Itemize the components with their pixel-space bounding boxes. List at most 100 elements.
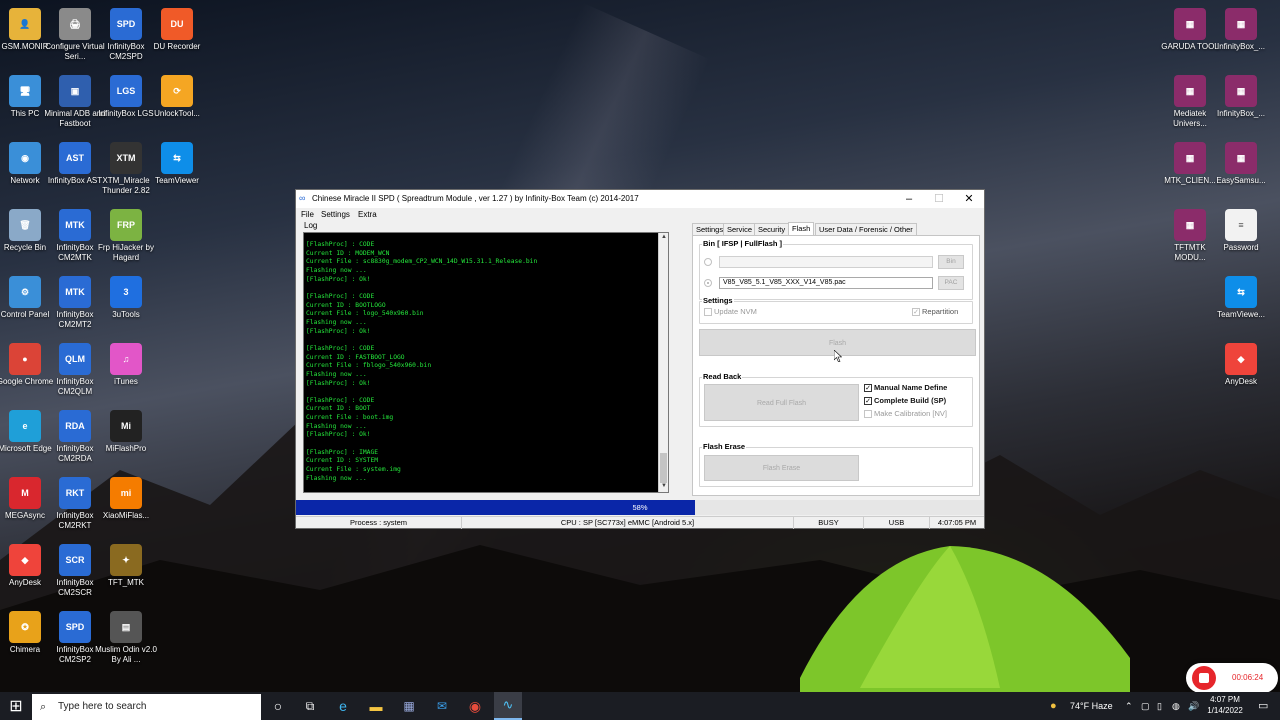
tab-settings[interactable]: Settings <box>692 223 728 235</box>
update-nvm-checkbox[interactable] <box>704 308 712 316</box>
mail-icon[interactable]: ✉ <box>428 692 456 720</box>
desktop-icon-label: EasySamsu... <box>1216 176 1266 185</box>
weather-text[interactable]: 74°F Haze <box>1070 692 1113 720</box>
menu-file[interactable]: File <box>301 208 314 221</box>
tab-flash[interactable]: Flash <box>788 222 815 235</box>
tray-device-icon[interactable]: ▢ <box>1141 692 1150 720</box>
infinitybox-icon: RKT <box>59 477 91 509</box>
scroll-down-icon[interactable]: ▼ <box>659 483 668 489</box>
user-folder-icon: 👤 <box>9 8 41 40</box>
pac-browse-button[interactable]: PAC <box>938 276 964 290</box>
desktop-icon-label: MiFlashPro <box>105 444 147 453</box>
notification-icon[interactable]: ▭ <box>1258 692 1268 720</box>
desktop-icon-label: Muslim Odin v2.0 By Ali ... <box>95 645 157 664</box>
desktop-icon[interactable]: 3 3uTools <box>94 276 158 320</box>
clock-time: 4:07 PM <box>1210 695 1240 704</box>
bin-path-field[interactable] <box>719 256 933 268</box>
store-icon[interactable]: ▦ <box>395 692 423 720</box>
desktop-icon[interactable]: ⟳ UnlockTool... <box>145 75 209 119</box>
text-file-icon: ≡ <box>1225 209 1257 241</box>
desktop-icon[interactable]: ▦ InfinityBox_... <box>1209 8 1273 52</box>
tray-chevron-icon[interactable]: ⌃ <box>1125 692 1133 720</box>
repartition-checkbox[interactable]: ✓ <box>912 308 920 316</box>
edge-icon[interactable]: e <box>329 692 357 720</box>
desktop-icon[interactable]: DU DU Recorder <box>145 8 209 52</box>
start-windows-icon[interactable]: ⊞ <box>0 692 32 720</box>
log-panel[interactable]: [FlashProc] : CODE Current ID : MODEM_WC… <box>303 232 669 493</box>
log-text: [FlashProc] : CODE Current ID : MODEM_WC… <box>306 241 538 482</box>
winrar-icon: ▦ <box>1174 75 1206 107</box>
window-title: Chinese Miracle II SPD ( Spreadtrum Modu… <box>312 194 639 203</box>
desktop-icon[interactable]: ▤ Muslim Odin v2.0 By Ali ... <box>94 611 158 665</box>
tent-image <box>800 546 1130 693</box>
desktop-icon-label: InfinityBox_... <box>1216 109 1266 118</box>
pac-path-field[interactable]: V85_V85_5.1_V85_XXX_V14_V85.pac <box>719 277 933 289</box>
desktop-icon[interactable]: ⇆ TeamViewe... <box>1209 276 1273 320</box>
search-box[interactable]: ⌕ Type here to search <box>32 694 261 720</box>
status-port: USB <box>864 517 930 529</box>
minimize-button[interactable]: – <box>894 190 924 208</box>
tab-security[interactable]: Security <box>754 223 790 235</box>
status-bar: Process : system CPU : SP [SC773x] eMMC … <box>296 516 984 529</box>
mouse-cursor-icon <box>834 350 842 362</box>
flash-erase-button[interactable]: Flash Erase <box>704 455 859 481</box>
desktop-icon[interactable]: ▦ EasySamsu... <box>1209 142 1273 186</box>
desktop-icon[interactable]: FRP Frp HiJacker by Hagard <box>94 209 158 263</box>
close-button[interactable]: ✕ <box>954 190 984 208</box>
network-icon: ◉ <box>9 142 41 174</box>
volume-icon[interactable]: 🔊 <box>1188 692 1199 720</box>
log-label: Log <box>304 221 318 230</box>
pac-radio[interactable] <box>704 279 712 287</box>
title-bar[interactable]: ∞ Chinese Miracle II SPD ( Spreadtrum Mo… <box>296 190 984 208</box>
bin-radio[interactable] <box>704 258 712 266</box>
chrome-taskbar-icon[interactable]: ◉ <box>461 692 489 720</box>
desktop-icon-label: iTunes <box>114 377 138 386</box>
tray-usb-icon[interactable]: ▯ <box>1157 692 1162 720</box>
tab-service[interactable]: Service <box>723 223 757 235</box>
log-scrollbar[interactable]: ▲ ▼ <box>658 233 668 492</box>
scroll-thumb[interactable] <box>660 453 667 483</box>
desktop-icon[interactable]: ⇆ TeamViewer <box>145 142 209 186</box>
desktop-icon[interactable]: ◆ AnyDesk <box>1209 343 1273 387</box>
manual-name-define-checkbox[interactable]: ✓ <box>864 384 872 392</box>
infinitybox-icon: QLM <box>59 343 91 375</box>
desktop-icon[interactable]: ♫ iTunes <box>94 343 158 387</box>
complete-build-checkbox[interactable]: ✓ <box>864 397 872 405</box>
search-icon: ⌕ <box>40 701 47 713</box>
task-view-icon[interactable]: ⧉ <box>296 692 324 720</box>
desktop-icon[interactable]: Mi MiFlashPro <box>94 410 158 454</box>
desktop-icon-label: InfinityBox_... <box>1216 42 1266 51</box>
progress-percent: 58% <box>632 503 648 512</box>
network-tray-icon[interactable]: ◍ <box>1172 692 1180 720</box>
itunes-icon: ♫ <box>110 343 142 375</box>
menu-extra[interactable]: Extra <box>358 208 377 221</box>
cortana-icon[interactable]: ○ <box>264 692 292 720</box>
desktop-icon[interactable]: ✦ TFT_MTK <box>94 544 158 588</box>
scroll-up-icon[interactable]: ▲ <box>659 234 668 240</box>
desktop-icon[interactable]: mi XiaoMiFlas... <box>94 477 158 521</box>
desktop-icon-label: TFT_MTK <box>108 578 144 587</box>
odin-icon: ▤ <box>110 611 142 643</box>
desktop-icon[interactable]: ≡ Password <box>1209 209 1273 253</box>
menu-settings[interactable]: Settings <box>321 208 350 221</box>
maximize-button[interactable]: ☐ <box>924 190 954 208</box>
miracle-taskbar-icon[interactable]: ∿ <box>494 692 522 720</box>
bin-browse-button[interactable]: Bin <box>938 255 964 269</box>
desktop-icon-label: Frp HiJacker by Hagard <box>97 243 154 262</box>
recording-badge[interactable]: 00:06:24 <box>1186 663 1278 693</box>
update-nvm-label: Update NVM <box>714 307 757 316</box>
stop-recording-icon[interactable] <box>1192 666 1216 690</box>
control-panel-icon: ⚙ <box>9 276 41 308</box>
make-calibration-checkbox[interactable] <box>864 410 872 418</box>
anydesk-icon: ◆ <box>9 544 41 576</box>
app-window: ∞ Chinese Miracle II SPD ( Spreadtrum Mo… <box>295 189 985 529</box>
read-full-flash-button[interactable]: Read Full Flash <box>704 384 859 421</box>
tab-user-data[interactable]: User Data / Forensic / Other <box>815 223 917 235</box>
infinitybox-icon: RDA <box>59 410 91 442</box>
status-state: BUSY <box>794 517 864 529</box>
computer-icon: 🖥 <box>9 75 41 107</box>
status-time: 4:07:05 PM <box>937 518 977 527</box>
file-explorer-icon[interactable]: ▬ <box>362 692 390 720</box>
desktop-icon[interactable]: ▦ InfinityBox_... <box>1209 75 1273 119</box>
clock[interactable]: 4:07 PM 1/14/2022 <box>1203 694 1247 716</box>
